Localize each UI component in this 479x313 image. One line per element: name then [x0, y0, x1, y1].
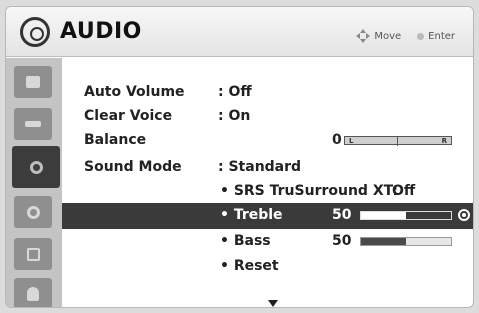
- menu-item-clear-voice[interactable]: Clear Voice : On: [62, 104, 473, 128]
- move-arrows-icon: [356, 29, 371, 43]
- audio-icon: [29, 160, 43, 174]
- sidebar-item-schedule[interactable]: [14, 238, 52, 270]
- sidebar-item-picture[interactable]: [14, 66, 52, 98]
- reset-label: • Reset: [220, 258, 279, 274]
- clear-voice-label: Clear Voice: [84, 108, 173, 124]
- audio-menu-window: AUDIO Move Enter Auto Volume: Off Clear…: [5, 6, 474, 308]
- schedule-icon: [26, 247, 40, 261]
- treble-slider-fill: [361, 212, 406, 219]
- auto-volume-label: Auto Volume: [84, 84, 185, 100]
- menu-item-sound-mode[interactable]: Sound Mode : Standard: [62, 155, 473, 179]
- balance-slider[interactable]: L R: [344, 136, 452, 146]
- srs-label: • SRS TruSurround XT:: [220, 183, 399, 199]
- move-hint-label: Move: [374, 30, 402, 42]
- enter-hint-label: Enter: [428, 30, 455, 42]
- sound-mode-value: : Standard: [218, 159, 302, 175]
- sidebar-item-audio[interactable]: [12, 146, 60, 188]
- balance-left-marker: L: [349, 137, 354, 145]
- scroll-down-icon[interactable]: [268, 300, 278, 307]
- sound-mode-label: Sound Mode: [84, 159, 182, 175]
- category-sidebar: [6, 58, 62, 307]
- menu-item-balance[interactable]: Balance 0 L R: [62, 128, 473, 152]
- sidebar-item-screen[interactable]: [14, 108, 52, 140]
- menu-content: Auto Volume : Off Clear Voice : On Balan…: [62, 58, 473, 307]
- screen-icon: [25, 121, 41, 127]
- bass-value: 50: [332, 233, 352, 249]
- page-title: AUDIO: [60, 19, 142, 44]
- sidebar-item-time[interactable]: [14, 196, 52, 228]
- sidebar-item-lock[interactable]: [14, 278, 52, 307]
- selection-cursor-icon: [458, 209, 470, 221]
- balance-right-marker: R: [441, 137, 447, 145]
- audio-logo-icon: [20, 17, 50, 47]
- picture-icon: [26, 76, 40, 88]
- bass-slider[interactable]: [360, 237, 452, 246]
- bass-label: • Bass: [220, 233, 271, 249]
- menu-item-srs[interactable]: • SRS TruSurround XT: Off: [62, 179, 473, 203]
- balance-center-mark: [397, 136, 398, 146]
- nav-hint: Move Enter: [356, 29, 455, 43]
- treble-slider[interactable]: [360, 211, 452, 220]
- menu-header: AUDIO Move Enter: [6, 7, 473, 57]
- treble-value: 50: [332, 207, 352, 223]
- balance-value: 0: [332, 132, 342, 148]
- balance-label: Balance: [84, 132, 147, 148]
- menu-item-auto-volume[interactable]: Auto Volume : Off: [62, 80, 473, 104]
- time-icon: [26, 205, 40, 219]
- clear-voice-value: : On: [218, 108, 251, 124]
- lock-icon: [27, 287, 39, 301]
- srs-value: Off: [392, 183, 416, 199]
- menu-item-bass[interactable]: • Bass 50: [62, 229, 473, 253]
- treble-label: • Treble: [220, 207, 283, 223]
- auto-volume-value: : Off: [218, 84, 252, 100]
- bass-slider-fill: [361, 238, 406, 245]
- menu-item-treble[interactable]: • Treble 50: [62, 203, 473, 229]
- ok-button-icon: [417, 32, 425, 40]
- menu-item-reset[interactable]: • Reset: [62, 254, 473, 278]
